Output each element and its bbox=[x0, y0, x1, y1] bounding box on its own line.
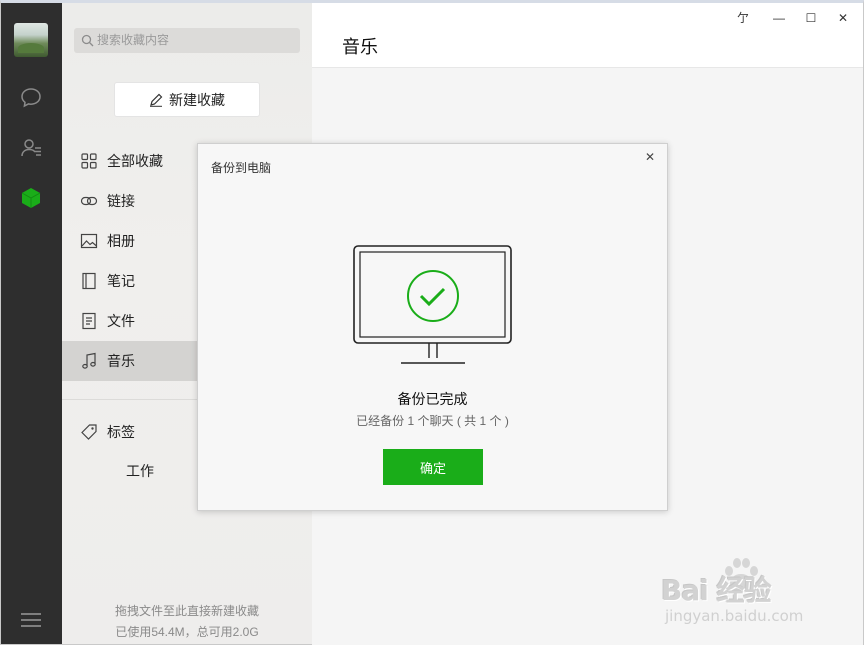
sidebar-item-label: 相册 bbox=[107, 233, 135, 249]
baidu-jingyan-watermark: Bai 经验 jingyan.baidu.com bbox=[661, 555, 821, 635]
sidebar-item-label: 文件 bbox=[107, 313, 135, 329]
watermark-brand: Bai 经验 bbox=[661, 574, 772, 607]
menu-icon[interactable] bbox=[21, 613, 41, 627]
tag-icon bbox=[80, 423, 98, 441]
dialog-title: 备份到电脑 bbox=[211, 161, 272, 175]
backup-dialog: 备份到电脑 ✕ 备份已完成 已经备份 1 个聊天 ( 共 1 个 ) 确定 bbox=[197, 143, 668, 511]
search-icon bbox=[81, 34, 94, 47]
backup-status: 备份已完成 bbox=[397, 391, 468, 407]
pencil-icon bbox=[150, 93, 163, 107]
close-window-button[interactable]: ✕ bbox=[832, 9, 854, 27]
link-icon bbox=[80, 192, 98, 210]
favorites-cube-icon[interactable] bbox=[19, 186, 43, 210]
search-box[interactable]: 搜索收藏内容 bbox=[74, 28, 300, 53]
storage-usage-text: 已使用54.4M，总可用2.0G bbox=[115, 625, 259, 639]
contacts-icon[interactable] bbox=[19, 136, 43, 160]
drag-hint-text: 拖拽文件至此直接新建收藏 bbox=[114, 604, 259, 618]
backup-detail: 已经备份 1 个聊天 ( 共 1 个 ) bbox=[356, 414, 509, 428]
sidebar-item-label: 音乐 bbox=[107, 353, 135, 369]
wechat-favorites-window: 搜索收藏内容 新建收藏 全部收藏 链接 相册 笔记 文件 音乐 标签 工作 拖拽… bbox=[0, 0, 864, 645]
watermark-url: jingyan.baidu.com bbox=[665, 607, 804, 625]
chat-bubble-icon[interactable] bbox=[19, 86, 43, 110]
image-icon bbox=[80, 232, 98, 250]
sidebar-item-label: 链接 bbox=[107, 193, 135, 209]
new-favorite-label: 新建收藏 bbox=[169, 91, 225, 108]
monitor-check-icon bbox=[353, 245, 512, 364]
avatar[interactable] bbox=[14, 23, 48, 57]
page-title: 音乐 bbox=[342, 37, 378, 57]
notebook-icon bbox=[80, 272, 98, 290]
sidebar-item-label: 标签 bbox=[107, 424, 135, 440]
maximize-button[interactable]: ☐ bbox=[800, 9, 822, 27]
icon-rail bbox=[1, 3, 62, 644]
tag-item-work[interactable]: 工作 bbox=[126, 461, 154, 481]
new-favorite-button[interactable]: 新建收藏 bbox=[114, 82, 260, 117]
confirm-button[interactable]: 确定 bbox=[383, 449, 483, 485]
sidebar-item-label: 全部收藏 bbox=[107, 153, 163, 169]
music-note-icon bbox=[80, 352, 98, 370]
minimize-button[interactable]: — bbox=[768, 9, 790, 27]
file-icon bbox=[80, 312, 98, 330]
sidebar-item-label: 笔记 bbox=[107, 273, 135, 289]
grid-icon bbox=[80, 152, 98, 170]
dialog-close-button[interactable]: ✕ bbox=[643, 150, 657, 164]
pin-button[interactable]: 亇 bbox=[732, 9, 754, 27]
search-placeholder[interactable]: 搜索收藏内容 bbox=[97, 32, 169, 49]
